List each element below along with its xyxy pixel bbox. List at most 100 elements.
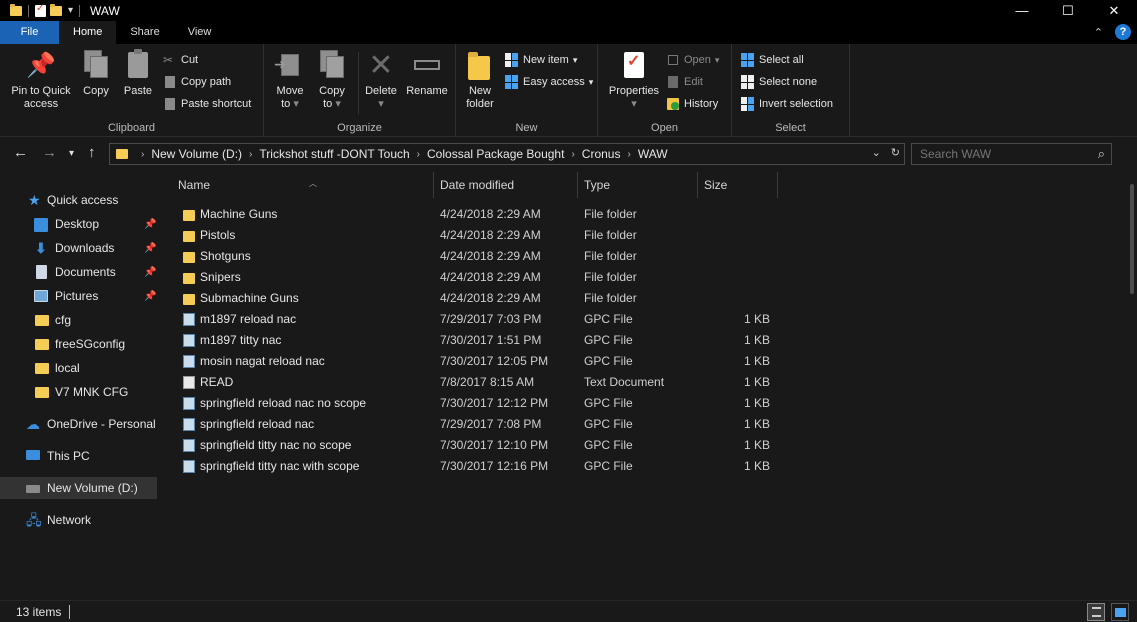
column-header-type[interactable]: Type (578, 172, 698, 198)
paste-shortcut-button[interactable]: Paste shortcut (163, 97, 251, 111)
cut-button[interactable]: ✂ Cut (163, 53, 198, 67)
properties-icon[interactable] (35, 3, 46, 17)
file-row[interactable]: springfield titty nac no scope 7/30/2017 … (175, 435, 795, 456)
scissors-icon: ✂ (163, 53, 174, 67)
copy-path-button[interactable]: Copy path (163, 75, 231, 89)
copy-button[interactable]: Copy (78, 48, 114, 98)
new-folder-button[interactable]: New folder (462, 48, 498, 111)
address-history-chevron-icon[interactable]: ⌄ (872, 146, 881, 159)
file-row[interactable]: Pistols 4/24/2018 2:29 AM File folder (175, 225, 795, 246)
breadcrumb-separator-icon[interactable]: › (571, 149, 574, 160)
select-none-button[interactable]: Select none (741, 75, 817, 89)
properties-dropdown-chevron-icon[interactable]: ▾ (604, 98, 664, 111)
nav-item-network[interactable]: 🖧 Network (0, 509, 157, 531)
history-button[interactable]: History (666, 97, 718, 111)
breadcrumb-waw[interactable]: WAW (638, 147, 668, 161)
nav-item-desktop[interactable]: Desktop 📌 (0, 213, 157, 235)
file-row[interactable]: Snipers 4/24/2018 2:29 AM File folder (175, 267, 795, 288)
scrollbar-thumb[interactable] (1130, 184, 1134, 294)
tab-share[interactable]: Share (116, 21, 173, 44)
column-header-name[interactable]: Name ︿ (172, 172, 434, 198)
vertical-scrollbar[interactable] (1127, 172, 1137, 600)
close-button[interactable]: ✕ (1091, 0, 1137, 21)
nav-item-downloads[interactable]: ⬇ Downloads 📌 (0, 237, 157, 259)
breadcrumb-new-volume[interactable]: New Volume (D:) (151, 147, 242, 161)
nav-item-new-volume[interactable]: New Volume (D:) (0, 477, 157, 499)
breadcrumb-separator-icon[interactable]: › (249, 149, 252, 160)
file-row[interactable]: Machine Guns 4/24/2018 2:29 AM File folder (175, 204, 795, 225)
paste-button[interactable]: Paste (120, 48, 156, 98)
file-row[interactable]: Submachine Guns 4/24/2018 2:29 AM File fol… (175, 288, 795, 309)
delete-dropdown-chevron-icon[interactable]: ▾ (361, 98, 401, 111)
column-header-size[interactable]: Size (698, 172, 778, 198)
edit-button[interactable]: Edit (666, 75, 703, 89)
file-row[interactable]: springfield reload nac no scope 7/30/2017… (175, 393, 795, 414)
breadcrumb-trickshot[interactable]: Trickshot stuff -DONT Touch (259, 147, 409, 161)
tab-file[interactable]: File (0, 21, 59, 44)
properties-button[interactable]: Properties ▾ (604, 48, 664, 111)
pin-icon: 📌 (26, 52, 56, 79)
nav-item-documents[interactable]: Documents 📌 (0, 261, 157, 283)
address-bar[interactable]: › New Volume (D:) › Trickshot stuff -DON… (109, 143, 905, 165)
invert-selection-button[interactable]: Invert selection (741, 97, 833, 111)
search-icon[interactable]: ⌕ (1098, 146, 1105, 162)
breadcrumb-separator-icon[interactable]: › (627, 149, 630, 160)
nav-item-this-pc[interactable]: This PC (0, 445, 157, 467)
back-arrow-icon[interactable]: ← (13, 144, 28, 161)
copy-to-button[interactable]: Copy to ▾ (314, 48, 350, 111)
nav-item-cfg[interactable]: cfg (0, 309, 157, 331)
nav-item-onedrive[interactable]: ☁ OneDrive - Personal (0, 413, 157, 435)
select-all-button[interactable]: Select all (741, 53, 804, 67)
file-type: GPC File (584, 396, 633, 410)
breadcrumb-colossal[interactable]: Colossal Package Bought (427, 147, 564, 161)
collapse-ribbon-chevron-icon[interactable]: ⌃ (1094, 26, 1103, 39)
large-icons-view-button[interactable] (1111, 603, 1129, 621)
file-row[interactable]: READ 7/8/2017 8:15 AM Text Document 1 KB (175, 372, 795, 393)
refresh-icon[interactable]: ↻ (891, 146, 900, 159)
breadcrumb-cronus[interactable]: Cronus (582, 147, 621, 161)
up-arrow-icon[interactable]: ↑ (88, 144, 96, 161)
rename-button[interactable]: Rename (404, 48, 450, 98)
nav-item-quick-access[interactable]: ★ Quick access (0, 189, 157, 211)
move-to-button[interactable]: ➜ Move to ▾ (272, 48, 308, 111)
tab-home[interactable]: Home (59, 21, 117, 44)
pin-icon[interactable]: 📌 (144, 243, 156, 254)
tab-view[interactable]: View (174, 21, 226, 44)
help-icon[interactable]: ? (1115, 24, 1131, 40)
new-item-button[interactable]: New item ▾ (505, 53, 577, 67)
forward-arrow-icon[interactable]: → (42, 144, 57, 161)
file-row[interactable]: mosin nagat reload nac 7/30/2017 12:05 PM… (175, 351, 795, 372)
breadcrumb-separator-icon[interactable]: › (417, 149, 420, 160)
file-row[interactable]: m1897 titty nac 7/30/2017 1:51 PM GPC File… (175, 330, 795, 351)
select-group-label: Select (775, 122, 806, 134)
details-view-button[interactable] (1087, 603, 1105, 621)
recent-locations-chevron-icon[interactable]: ▾ (69, 148, 74, 159)
nav-item-local[interactable]: local (0, 357, 157, 379)
nav-item-pictures[interactable]: Pictures 📌 (0, 285, 157, 307)
new-folder-icon[interactable] (50, 3, 62, 16)
network-icon: 🖧 (26, 512, 42, 528)
column-header-date[interactable]: Date modified (434, 172, 578, 198)
minimize-button[interactable]: — (999, 0, 1045, 21)
divider (28, 4, 29, 17)
maximize-button[interactable]: ☐ (1045, 0, 1091, 21)
file-row[interactable]: Shotguns 4/24/2018 2:29 AM File folder (175, 246, 795, 267)
search-input[interactable] (912, 144, 1087, 164)
customize-toolbar-chevron-icon[interactable]: ▾ (68, 5, 73, 16)
easy-access-button[interactable]: Easy access ▾ (505, 75, 593, 89)
file-row[interactable]: springfield titty nac with scope 7/30/201… (175, 456, 795, 477)
nav-item-v7-mnk-cfg[interactable]: V7 MNK CFG (0, 381, 157, 403)
new-item-label: New item (523, 54, 569, 66)
pin-to-quick-access-button[interactable]: 📌 Pin to Quick access (6, 48, 76, 111)
search-box[interactable]: ⌕ (911, 143, 1112, 165)
pin-icon[interactable]: 📌 (144, 291, 156, 302)
pin-icon[interactable]: 📌 (144, 267, 156, 278)
delete-button[interactable]: ✕ Delete ▾ (361, 48, 401, 111)
open-button[interactable]: Open ▾ (666, 53, 719, 67)
pin-icon[interactable]: 📌 (144, 219, 156, 230)
file-row[interactable]: m1897 reload nac 7/29/2017 7:03 PM GPC Fil… (175, 309, 795, 330)
breadcrumb-separator-icon[interactable]: › (141, 149, 144, 160)
folder-icon[interactable] (10, 3, 22, 16)
nav-item-freesgconfig[interactable]: freeSGconfig (0, 333, 157, 355)
file-row[interactable]: springfield reload nac 7/29/2017 7:08 PM G… (175, 414, 795, 435)
